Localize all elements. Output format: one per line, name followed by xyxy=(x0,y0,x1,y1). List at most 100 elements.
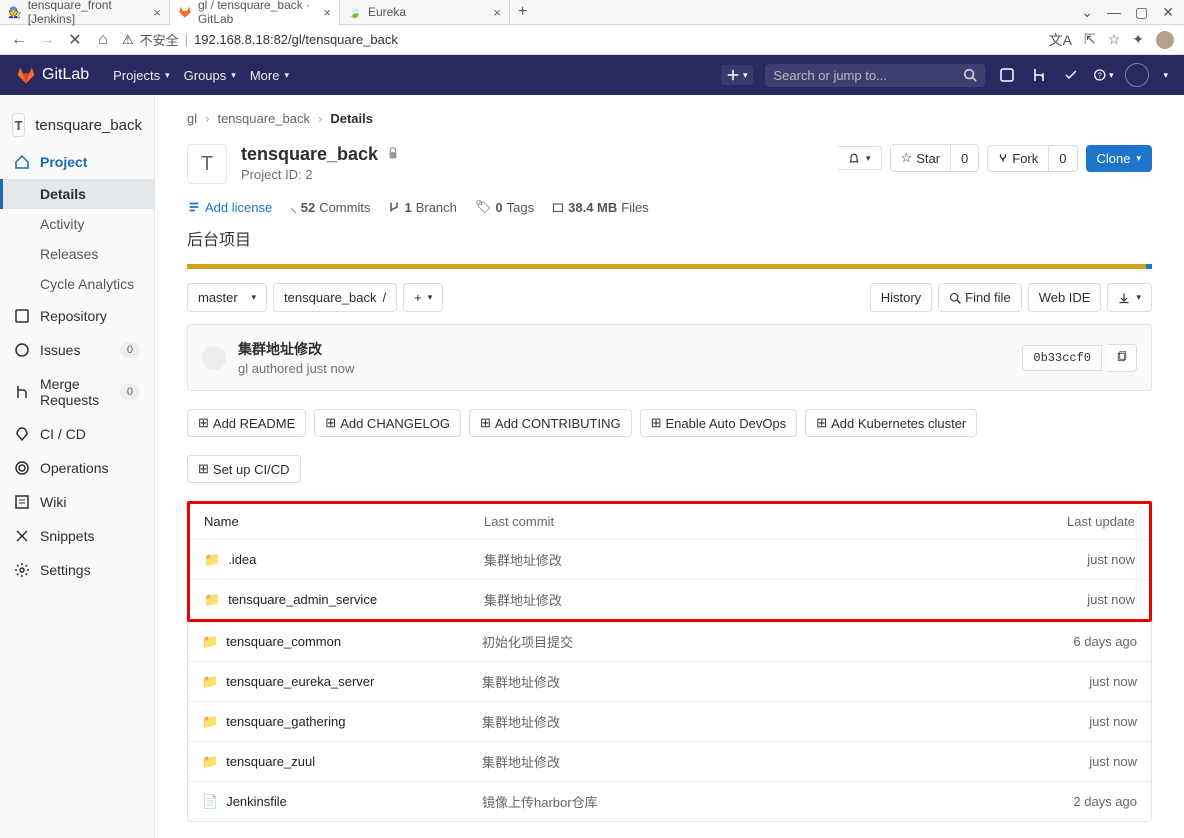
branch-select[interactable]: master▾ xyxy=(187,283,267,312)
translate-icon[interactable]: 文A xyxy=(1049,30,1072,50)
fork-button[interactable]: Fork xyxy=(987,145,1049,172)
tab-title: Eureka xyxy=(368,5,406,19)
find-file-button[interactable]: Find file xyxy=(938,283,1022,312)
todos-icon[interactable] xyxy=(1061,65,1081,85)
project-title: tensquare_back xyxy=(241,144,378,165)
add-contributing-button[interactable]: ⊞ Add CONTRIBUTING xyxy=(469,409,632,437)
issues-icon[interactable] xyxy=(997,65,1017,85)
commit-message[interactable]: 集群地址修改 xyxy=(238,339,354,359)
breadcrumb-root[interactable]: gl xyxy=(187,111,197,126)
sidebar-sub-releases[interactable]: Releases xyxy=(0,239,154,269)
search-input[interactable] xyxy=(773,68,963,83)
search-field[interactable] xyxy=(765,64,985,87)
merge-requests-icon[interactable] xyxy=(1029,65,1049,85)
main-menu: Projects▾ Groups▾ More▾ xyxy=(113,68,289,83)
tags-stat[interactable]: 🏷 0 Tags xyxy=(475,199,534,215)
sidebar-item-settings[interactable]: Settings xyxy=(0,553,154,587)
menu-groups[interactable]: Groups▾ xyxy=(184,68,236,83)
tree-row[interactable]: 📁.idea 集群地址修改 just now xyxy=(190,540,1149,580)
star-button[interactable]: ☆ Star xyxy=(890,144,952,172)
add-readme-button[interactable]: ⊞ Add README xyxy=(187,409,306,437)
close-icon[interactable]: × xyxy=(323,5,331,20)
mr-count: 0 xyxy=(120,384,140,400)
commit-author-avatar[interactable] xyxy=(202,346,226,370)
sidebar-item-issues[interactable]: Issues 0 xyxy=(0,333,154,367)
add-changelog-button[interactable]: ⊞ Add CHANGELOG xyxy=(314,409,461,437)
security-label: 不安全 xyxy=(140,30,179,49)
browser-tab-jenkins[interactable]: 🧑‍🔧 tensquare_front [Jenkins] × xyxy=(0,0,170,25)
operations-icon xyxy=(14,460,30,476)
address-bar: ← → ✕ ⌂ ⚠ 不安全 | 192.168.8.18:82/gl/tensq… xyxy=(0,25,1184,55)
tree-row[interactable]: 📁tensquare_eureka_server 集群地址修改 just now xyxy=(188,662,1151,702)
browser-tab-eureka[interactable]: 🍃 Eureka × xyxy=(340,0,510,25)
bookmark-icon[interactable]: ☆ xyxy=(1108,31,1121,48)
tree-row[interactable]: 📄Jenkinsfile 镜像上传harbor仓库 2 days ago xyxy=(188,782,1151,821)
sidebar-item-merge-requests[interactable]: Merge Requests 0 xyxy=(0,367,154,417)
menu-projects[interactable]: Projects▾ xyxy=(113,68,170,83)
browser-tab-gitlab[interactable]: gl / tensquare_back · GitLab × xyxy=(170,0,340,25)
add-file-button[interactable]: + ▾ xyxy=(403,283,443,312)
fork-count[interactable]: 0 xyxy=(1049,145,1077,172)
enable-autodevops-button[interactable]: ⊞ Enable Auto DevOps xyxy=(640,409,798,437)
gitlab-logo[interactable]: GitLab xyxy=(16,65,89,85)
help-icon[interactable]: ?▾ xyxy=(1093,65,1113,85)
url-field[interactable]: ⚠ 不安全 | 192.168.8.18:82/gl/tensquare_bac… xyxy=(122,30,1039,49)
project-avatar: T xyxy=(187,144,227,184)
chevron-down-icon[interactable]: ⌄ xyxy=(1081,4,1093,21)
forward-icon[interactable]: → xyxy=(38,31,56,49)
browser-profile-avatar[interactable] xyxy=(1156,31,1174,49)
breadcrumb-project[interactable]: tensquare_back xyxy=(217,111,310,126)
sidebar-project-header[interactable]: T tensquare_back xyxy=(0,105,154,145)
sidebar-item-operations[interactable]: Operations xyxy=(0,451,154,485)
maximize-icon[interactable]: ▢ xyxy=(1135,4,1148,21)
new-tab-button[interactable]: + xyxy=(510,3,535,21)
sidebar-item-cicd[interactable]: CI / CD xyxy=(0,417,154,451)
tab-title: gl / tensquare_back · GitLab xyxy=(198,0,317,26)
sidebar-sub-activity[interactable]: Activity xyxy=(0,209,154,239)
user-menu[interactable] xyxy=(1125,63,1149,87)
tree-row[interactable]: 📁tensquare_zuul 集群地址修改 just now xyxy=(188,742,1151,782)
latest-commit: 集群地址修改 gl authored just now 0b33ccf0 xyxy=(187,324,1152,391)
gitlab-tanuki-icon xyxy=(16,65,36,85)
commit-sha[interactable]: 0b33ccf0 xyxy=(1022,345,1102,371)
back-icon[interactable]: ← xyxy=(10,31,28,49)
close-window-icon[interactable]: ✕ xyxy=(1162,4,1174,21)
commit-byline: gl authored just now xyxy=(238,361,354,376)
files-stat[interactable]: 38.4 MB Files xyxy=(552,200,649,215)
tree-row[interactable]: 📁tensquare_common 初始化项目提交 6 days ago xyxy=(188,622,1151,662)
sidebar-item-snippets[interactable]: Snippets xyxy=(0,519,154,553)
path-display[interactable]: tensquare_back / xyxy=(273,283,397,312)
new-button[interactable]: ▾ xyxy=(721,65,754,85)
folder-icon: 📁 xyxy=(204,552,220,568)
sidebar-item-repository[interactable]: Repository xyxy=(0,299,154,333)
add-license-link[interactable]: Add license xyxy=(187,200,272,215)
sidebar-sub-cycle-analytics[interactable]: Cycle Analytics xyxy=(0,269,154,299)
tree-row[interactable]: 📁tensquare_admin_service 集群地址修改 just now xyxy=(190,580,1149,619)
add-k8s-button[interactable]: ⊞ Add Kubernetes cluster xyxy=(805,409,977,437)
sidebar-item-wiki[interactable]: Wiki xyxy=(0,485,154,519)
extensions-icon[interactable]: ✦ xyxy=(1132,31,1144,48)
sidebar-sub-details[interactable]: Details xyxy=(0,179,154,209)
close-icon[interactable]: × xyxy=(153,5,161,20)
close-icon[interactable]: × xyxy=(493,5,501,20)
stop-icon[interactable]: ✕ xyxy=(66,30,84,50)
minimize-icon[interactable]: — xyxy=(1107,4,1121,21)
setup-cicd-button[interactable]: ⊞ Set up CI/CD xyxy=(187,455,301,483)
share-icon[interactable]: ⇱ xyxy=(1084,31,1096,48)
commits-stat[interactable]: ⸜ 52 Commits xyxy=(290,198,370,216)
web-ide-button[interactable]: Web IDE xyxy=(1028,283,1102,312)
breadcrumb-current: Details xyxy=(330,111,373,126)
history-button[interactable]: History xyxy=(870,283,932,312)
star-count[interactable]: 0 xyxy=(951,144,979,172)
branches-stat[interactable]: 1 Branch xyxy=(388,200,456,215)
download-button[interactable]: ▾ xyxy=(1107,283,1152,312)
home-icon[interactable]: ⌂ xyxy=(94,31,112,49)
tree-row[interactable]: 📁tensquare_gathering 集群地址修改 just now xyxy=(188,702,1151,742)
clone-button[interactable]: Clone ▾ xyxy=(1086,145,1153,172)
tree-header: Name Last commit Last update xyxy=(190,504,1149,540)
copy-sha-button[interactable] xyxy=(1108,344,1137,372)
menu-more[interactable]: More▾ xyxy=(250,68,289,83)
notification-button[interactable]: ▾ xyxy=(838,146,882,170)
sidebar-item-project[interactable]: Project xyxy=(0,145,154,179)
book-icon xyxy=(14,308,30,324)
